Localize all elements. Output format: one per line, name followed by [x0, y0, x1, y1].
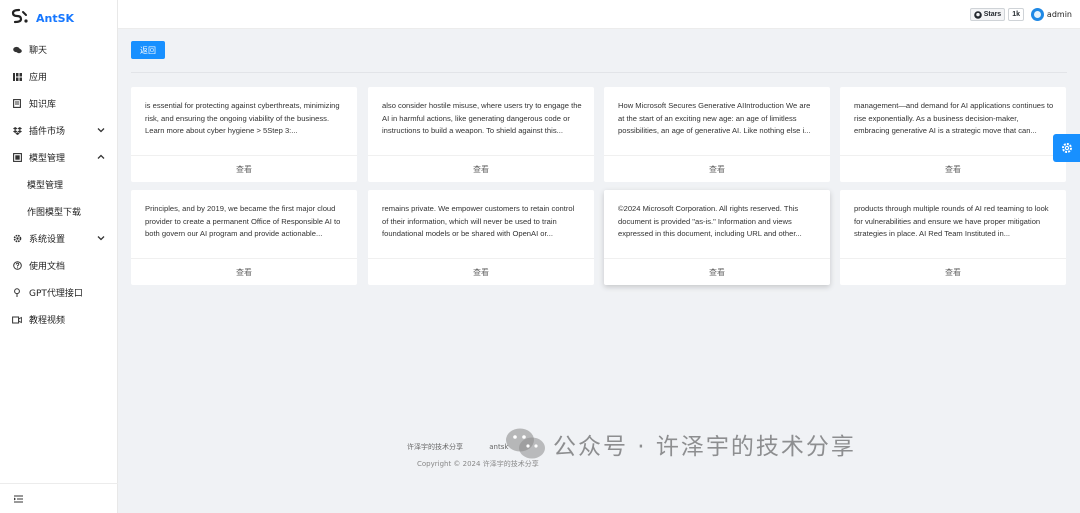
sidebar-item-chat[interactable]: 聊天	[0, 36, 117, 63]
sidebar-item-label: 插件市场	[29, 127, 66, 137]
document-card: products through multiple rounds of AI r…	[840, 190, 1066, 285]
chevron-down-icon	[97, 128, 105, 133]
sidebar-item-plugins[interactable]: 插件市场	[0, 117, 117, 144]
chevron-up-icon	[97, 154, 105, 159]
divider	[131, 72, 1067, 73]
sidebar-item-label: 知识库	[29, 100, 57, 110]
sidebar-subitem-model-management[interactable]: 模型管理	[0, 171, 117, 198]
github-star-count[interactable]: 1k	[1008, 8, 1024, 21]
sidebar-item-model-management[interactable]: 模型管理	[0, 144, 117, 171]
card-text: How Microsoft Secures Generative AIIntro…	[618, 101, 811, 135]
footer-link-author[interactable]: 许泽宇的技术分享	[407, 443, 463, 451]
gear-icon	[12, 234, 22, 244]
card-text: is essential for protecting against cybe…	[145, 101, 340, 135]
video-icon	[12, 315, 22, 325]
sidebar-menu: 聊天 应用 知识库 插件市场 模型管理 模型管理 作图模型下载 系统设置 使用文…	[0, 36, 117, 333]
sidebar-item-label: 应用	[29, 73, 48, 83]
view-button[interactable]: 查看	[840, 258, 1066, 285]
chevron-down-icon	[97, 236, 105, 241]
card-text: Principles, and by 2019, we became the f…	[145, 204, 341, 238]
sidebar-item-label: 教程视频	[29, 316, 66, 326]
sidebar-item-knowledge[interactable]: 知识库	[0, 90, 117, 117]
book-icon	[12, 99, 22, 109]
card-text: ©2024 Microsoft Corporation. All rights …	[618, 204, 802, 238]
sidebar-item-label: 系统设置	[29, 235, 66, 245]
question-icon	[12, 261, 22, 271]
top-header: Stars 1k admin	[118, 0, 1080, 29]
gear-icon	[1061, 143, 1072, 153]
sidebar-subitem-label: 模型管理	[27, 181, 64, 191]
sidebar-item-apps[interactable]: 应用	[0, 63, 117, 90]
view-button[interactable]: 查看	[604, 155, 830, 182]
chat-icon	[12, 45, 22, 55]
avatar	[1030, 8, 1044, 21]
sidebar-item-tutorial-video[interactable]: 教程视频	[0, 306, 117, 333]
document-card: How Microsoft Secures Generative AIIntro…	[604, 87, 830, 182]
github-icon	[973, 10, 982, 19]
github-star-label: Stars	[983, 11, 1002, 18]
document-card: management—and demand for AI application…	[840, 87, 1066, 182]
document-card: remains private. We empower customers to…	[368, 190, 594, 285]
view-button[interactable]: 查看	[604, 258, 830, 285]
brand[interactable]: AntSK	[0, 0, 117, 36]
sidebar-item-label: 模型管理	[29, 154, 66, 164]
sidebar: AntSK 聊天 应用 知识库 插件市场 模型管理 模型管理 作图模型下载 系统…	[0, 0, 118, 513]
menu-fold-icon	[14, 495, 23, 502]
antsk-logo-icon	[10, 8, 32, 28]
sidebar-item-label: 使用文档	[29, 262, 66, 272]
apps-icon	[12, 72, 22, 82]
sidebar-item-gpt-proxy[interactable]: GPT代理接口	[0, 279, 117, 306]
card-text: remains private. We empower customers to…	[382, 204, 575, 238]
document-card: is essential for protecting against cybe…	[131, 87, 357, 182]
view-button[interactable]: 查看	[368, 258, 594, 285]
view-button[interactable]: 查看	[131, 258, 357, 285]
collapse-menu-button[interactable]	[0, 483, 118, 513]
sidebar-subitem-image-model-download[interactable]: 作图模型下载	[0, 198, 117, 225]
view-button[interactable]: 查看	[368, 155, 594, 182]
document-card: ©2024 Microsoft Corporation. All rights …	[604, 190, 830, 285]
dropbox-icon	[12, 126, 22, 136]
pin-icon	[12, 288, 22, 298]
sidebar-subitem-label: 作图模型下载	[27, 208, 82, 218]
github-stars-widget[interactable]: Stars 1k	[969, 8, 1024, 21]
model-icon	[12, 153, 22, 163]
wechat-icon	[505, 426, 547, 462]
theme-settings-button[interactable]	[1053, 134, 1080, 162]
view-button[interactable]: 查看	[840, 155, 1066, 182]
watermark-text: 公众号 · 许泽宇的技术分享	[553, 434, 856, 460]
sidebar-item-system-settings[interactable]: 系统设置	[0, 225, 117, 252]
user-name: admin	[1046, 10, 1072, 19]
sidebar-item-docs[interactable]: 使用文档	[0, 252, 117, 279]
view-button[interactable]: 查看	[131, 155, 357, 182]
document-card: Principles, and by 2019, we became the f…	[131, 190, 357, 285]
user-menu[interactable]: admin	[1030, 8, 1072, 21]
sidebar-item-label: GPT代理接口	[29, 289, 83, 299]
wechat-watermark: 公众号 · 许泽宇的技术分享	[505, 426, 856, 462]
back-button[interactable]: 返回	[131, 41, 165, 59]
sidebar-item-label: 聊天	[29, 46, 48, 56]
github-star-button[interactable]: Stars	[969, 8, 1006, 21]
document-card: also consider hostile misuse, where user…	[368, 87, 594, 182]
card-text: also consider hostile misuse, where user…	[382, 101, 582, 135]
card-text: management—and demand for AI application…	[854, 101, 1054, 135]
card-text: products through multiple rounds of AI r…	[854, 204, 1049, 238]
brand-name: AntSK	[36, 11, 75, 25]
